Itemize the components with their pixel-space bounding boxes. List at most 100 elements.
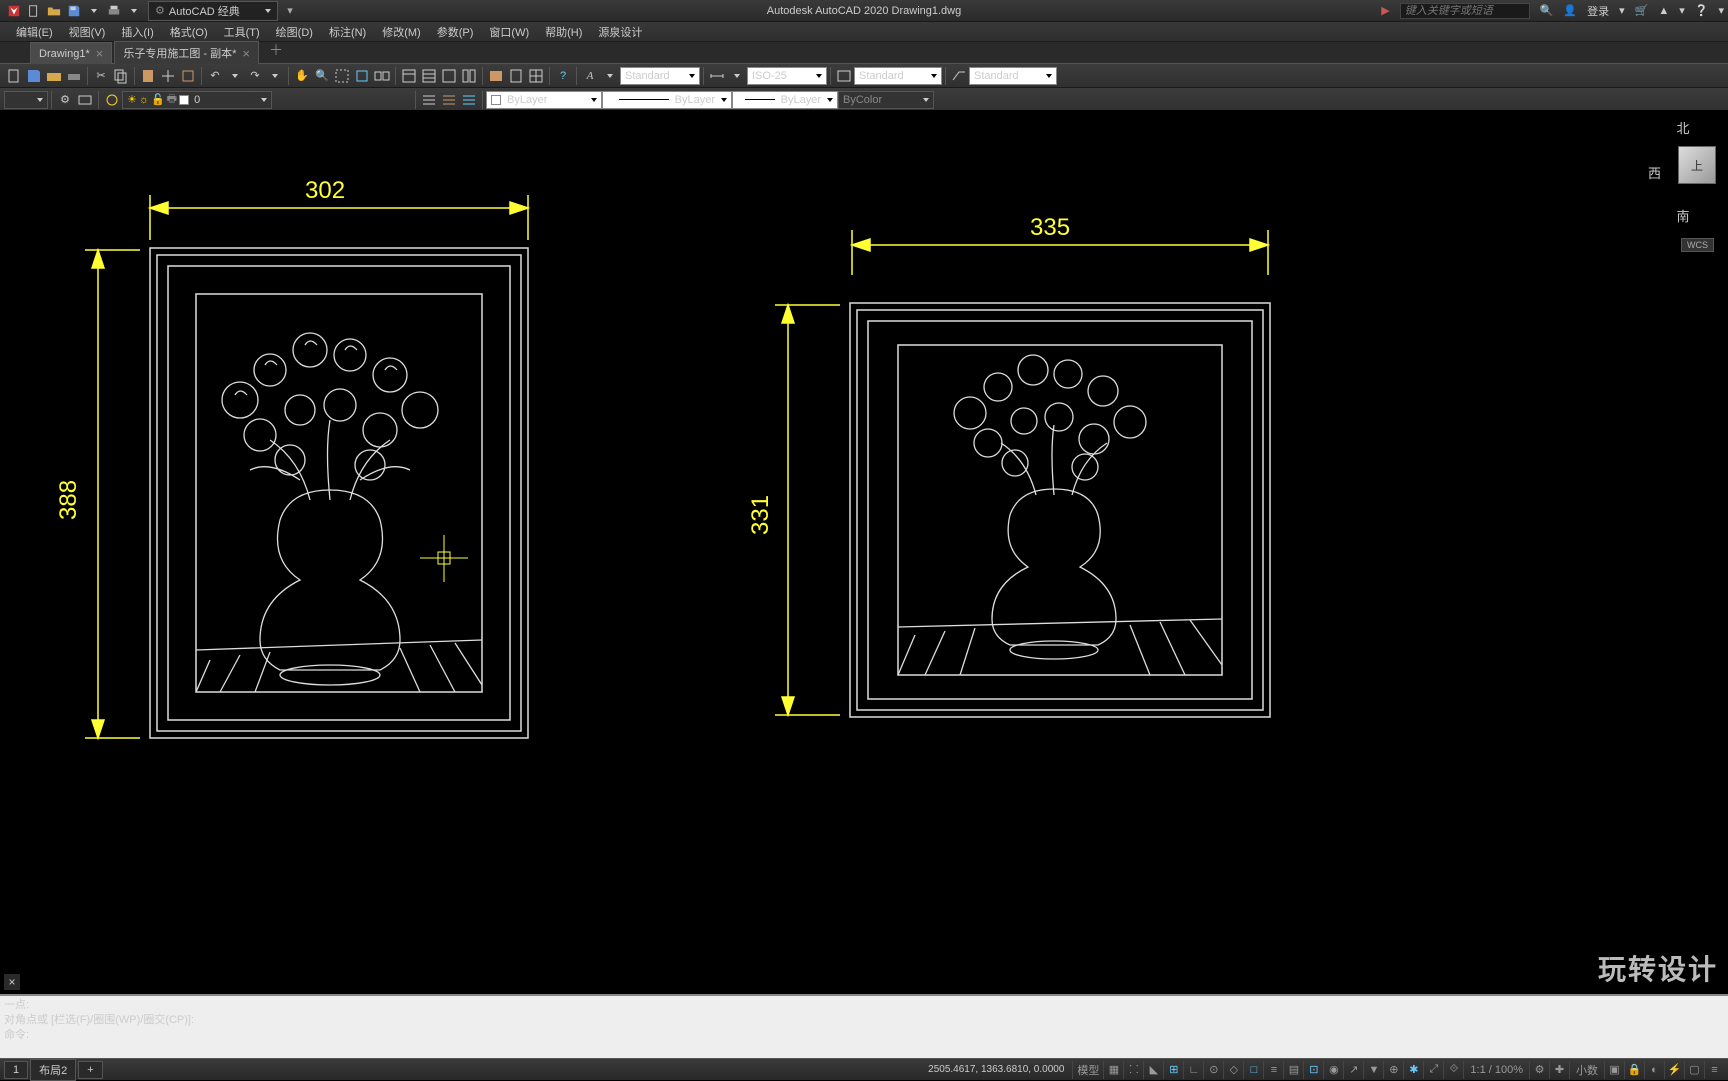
- cut-button[interactable]: ✂: [92, 67, 110, 85]
- dynamic-input-button[interactable]: ⊞: [1163, 1061, 1183, 1079]
- snap-button[interactable]: ⸬: [1123, 1061, 1143, 1079]
- scale-select[interactable]: 1:1 / 100%: [1463, 1061, 1529, 1079]
- dim-style-dropdown[interactable]: [728, 67, 746, 85]
- save-dropdown-icon[interactable]: [86, 3, 102, 19]
- linetype-select[interactable]: ByLayer: [602, 91, 732, 109]
- copy-button[interactable]: [112, 67, 130, 85]
- menu-dimension[interactable]: 标注(N): [321, 22, 374, 42]
- polar-button[interactable]: ⊙: [1203, 1061, 1223, 1079]
- clean-screen-button[interactable]: ▢: [1684, 1061, 1704, 1079]
- menu-edit[interactable]: 编辑(E): [8, 22, 61, 42]
- grid-button[interactable]: ▦: [1103, 1061, 1123, 1079]
- dim-style-icon[interactable]: [708, 67, 726, 85]
- zoom-extents-button[interactable]: [333, 67, 351, 85]
- workspace-dropdown[interactable]: ⚙ AutoCAD 经典: [148, 1, 278, 21]
- design-center-button[interactable]: [440, 67, 458, 85]
- zoom-scale-button[interactable]: [373, 67, 391, 85]
- zoom-button[interactable]: 🔍: [313, 67, 331, 85]
- a360-dropdown-icon[interactable]: ▾: [1679, 4, 1685, 17]
- units-button[interactable]: 小数: [1569, 1061, 1604, 1079]
- mleader-style-select[interactable]: Standard: [969, 67, 1057, 85]
- pan-button[interactable]: ✋: [293, 67, 311, 85]
- table-style-select[interactable]: Standard: [854, 67, 942, 85]
- paste-button[interactable]: [139, 67, 157, 85]
- viewcube-south[interactable]: 南: [1676, 206, 1689, 225]
- layout-tab-plus[interactable]: +: [78, 1061, 102, 1079]
- iso-button[interactable]: ◇: [1223, 1061, 1243, 1079]
- plot-style-select[interactable]: ByColor: [838, 91, 934, 109]
- markup-button[interactable]: [487, 67, 505, 85]
- print-button[interactable]: [65, 67, 83, 85]
- redo-dropdown[interactable]: [266, 67, 284, 85]
- properties-button[interactable]: [400, 67, 418, 85]
- selection-cycling-button[interactable]: ⊡: [1303, 1061, 1323, 1079]
- open-icon[interactable]: [46, 3, 62, 19]
- mleader-style-icon[interactable]: [950, 67, 968, 85]
- print-dropdown-icon[interactable]: [126, 3, 142, 19]
- lineweight-select[interactable]: ByLayer: [732, 91, 838, 109]
- layer-walk-button[interactable]: [460, 91, 478, 109]
- annotation-monitor-button[interactable]: ✚: [1549, 1061, 1569, 1079]
- menu-help[interactable]: 帮助(H): [537, 22, 590, 42]
- zoom-window-button[interactable]: [353, 67, 371, 85]
- cmd-prompt[interactable]: 命令:: [4, 1028, 1724, 1043]
- lineweight-button[interactable]: ≡: [1263, 1061, 1283, 1079]
- menu-parametric[interactable]: 参数(P): [429, 22, 482, 42]
- search-icon[interactable]: 🔍: [1540, 4, 1554, 17]
- dyn-ucs-button[interactable]: ↗: [1343, 1061, 1363, 1079]
- model-button[interactable]: 模型: [1072, 1061, 1103, 1079]
- text-style-select[interactable]: Standard: [620, 67, 700, 85]
- layout-tab-1[interactable]: 1: [4, 1061, 28, 1079]
- viewcube-top[interactable]: 上: [1678, 146, 1716, 184]
- new-icon[interactable]: [26, 3, 42, 19]
- help-icon[interactable]: ❔: [1695, 4, 1709, 17]
- undo-button[interactable]: ↶: [206, 67, 224, 85]
- new-button[interactable]: [5, 67, 23, 85]
- layer-iso-button[interactable]: [103, 91, 121, 109]
- menu-tools[interactable]: 工具(T): [216, 22, 268, 42]
- autodesk-icon[interactable]: ▲: [1658, 5, 1669, 17]
- 3dosnap-button[interactable]: ◉: [1323, 1061, 1343, 1079]
- save-button[interactable]: [25, 67, 43, 85]
- workspace-switch-button[interactable]: ⚙: [1529, 1061, 1549, 1079]
- color-select[interactable]: [4, 91, 48, 109]
- help-button[interactable]: ?: [554, 67, 572, 85]
- layer-properties-button[interactable]: ⚙: [56, 91, 74, 109]
- login-dropdown-icon[interactable]: ▾: [1619, 4, 1625, 17]
- viewcube-north[interactable]: 北: [1676, 118, 1689, 137]
- menu-yuanquan[interactable]: 源泉设计: [590, 22, 650, 42]
- save-icon[interactable]: [66, 3, 82, 19]
- ortho-button[interactable]: ∟: [1183, 1061, 1203, 1079]
- quick-properties-button[interactable]: ▣: [1604, 1061, 1624, 1079]
- text-style-dropdown[interactable]: [601, 67, 619, 85]
- viewcube-west[interactable]: 西: [1648, 163, 1661, 182]
- text-style-icon[interactable]: A: [581, 67, 599, 85]
- undo-dropdown[interactable]: [226, 67, 244, 85]
- lock-ui-button[interactable]: 🔒: [1624, 1061, 1644, 1079]
- menu-insert[interactable]: 插入(I): [113, 22, 161, 42]
- help-dropdown-icon[interactable]: ▾: [1718, 4, 1724, 17]
- table-button[interactable]: [527, 67, 545, 85]
- quickcalc-button[interactable]: [507, 67, 525, 85]
- layer-states-button[interactable]: [76, 91, 94, 109]
- login-label[interactable]: 登录: [1587, 3, 1609, 19]
- menu-window[interactable]: 窗口(W): [481, 22, 537, 42]
- menu-view[interactable]: 视图(V): [61, 22, 114, 42]
- hardware-accel-button[interactable]: ⚡: [1664, 1061, 1684, 1079]
- infer-button[interactable]: ◣: [1143, 1061, 1163, 1079]
- osnap-button[interactable]: □: [1243, 1061, 1263, 1079]
- sheet-button[interactable]: [420, 67, 438, 85]
- close-icon[interactable]: ×: [242, 46, 250, 61]
- search-input[interactable]: [1400, 3, 1530, 19]
- annotation-button[interactable]: ✱: [1403, 1061, 1423, 1079]
- tab-drawing1[interactable]: Drawing1* ×: [30, 42, 112, 64]
- open-button[interactable]: [45, 67, 63, 85]
- new-tab-button[interactable]: ＋: [261, 37, 291, 63]
- transparency-button[interactable]: ▤: [1283, 1061, 1303, 1079]
- table-style-icon[interactable]: [835, 67, 853, 85]
- annoscale-button[interactable]: ⟐: [1443, 1061, 1463, 1079]
- tab-lezi[interactable]: 乐子专用施工图 - 副本* ×: [114, 41, 259, 64]
- redo-button[interactable]: ↷: [246, 67, 264, 85]
- layer-match-button[interactable]: [440, 91, 458, 109]
- isolate-button[interactable]: ◐: [1644, 1061, 1664, 1079]
